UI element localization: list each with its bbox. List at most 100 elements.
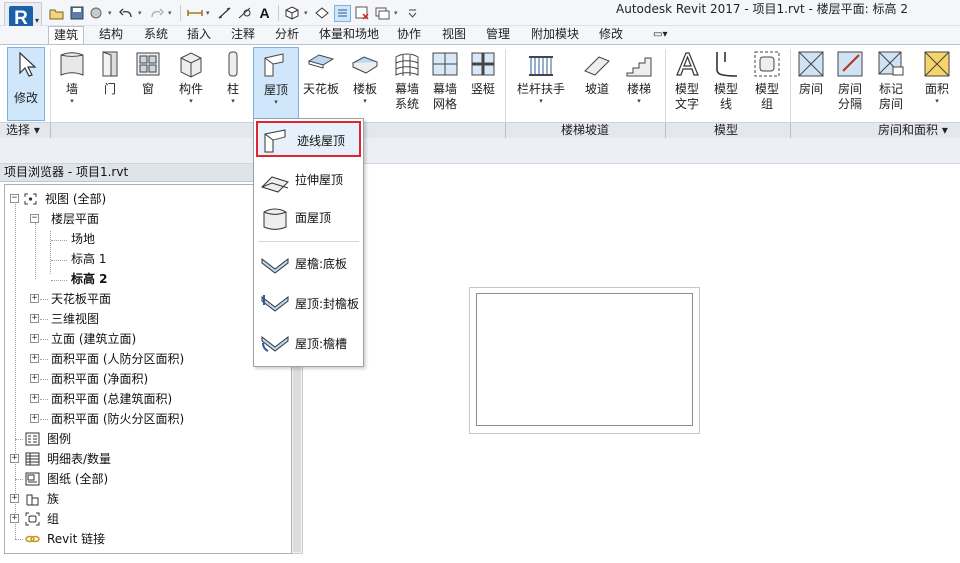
switch-windows-icon[interactable] bbox=[374, 5, 391, 22]
menu-item-footprint-roof[interactable]: 迹线屋顶 bbox=[256, 121, 361, 157]
open-icon[interactable] bbox=[48, 5, 65, 22]
expand-toggle[interactable]: + bbox=[30, 414, 39, 423]
section-icon[interactable] bbox=[314, 5, 331, 22]
tag-room-button[interactable]: 标记 房间 bbox=[872, 47, 910, 121]
model-group-button[interactable]: 模型 组 bbox=[748, 47, 786, 121]
measure-icon[interactable] bbox=[186, 5, 203, 22]
tree-item-sheets[interactable]: 图纸 (全部) bbox=[47, 471, 108, 487]
ramp-button[interactable]: 坡道 bbox=[578, 47, 616, 121]
wall-icon bbox=[60, 52, 84, 76]
tree-item-schedules[interactable]: 明细表/数量 bbox=[47, 451, 111, 467]
column-button[interactable]: 柱 ▾ bbox=[218, 47, 248, 121]
floor-button[interactable]: 楼板 ▾ bbox=[344, 47, 386, 121]
default-3d-view-icon[interactable] bbox=[284, 5, 301, 22]
tree-item-elevations[interactable]: 立面 (建筑立面) bbox=[51, 331, 136, 347]
expand-toggle[interactable]: + bbox=[30, 394, 39, 403]
expand-toggle[interactable]: + bbox=[30, 334, 39, 343]
menu-item-roof-soffit[interactable]: 屋檐:底板 bbox=[256, 246, 361, 282]
views-icon bbox=[24, 193, 37, 205]
tree-item-area-plan-civil-defense[interactable]: 面积平面 (人防分区面积) bbox=[51, 351, 184, 367]
roof-fascia-icon bbox=[261, 295, 289, 312]
tree-item-area-plan-net[interactable]: 面积平面 (净面积) bbox=[51, 371, 148, 387]
model-line-icon bbox=[716, 52, 738, 77]
customize-qat-icon[interactable] bbox=[404, 5, 421, 22]
text-icon[interactable]: A bbox=[256, 5, 273, 22]
window-button[interactable]: 窗 bbox=[130, 47, 166, 121]
menu-item-roof-gutter[interactable]: 屋顶:檐槽 bbox=[256, 326, 361, 362]
undo-icon[interactable] bbox=[118, 5, 135, 22]
tree-item-ceiling-plans[interactable]: 天花板平面 bbox=[51, 291, 111, 307]
close-hidden-windows-icon[interactable] bbox=[354, 5, 371, 22]
collapse-toggle[interactable]: − bbox=[30, 214, 39, 223]
door-button[interactable]: 门 bbox=[92, 47, 128, 121]
expand-toggle[interactable]: + bbox=[10, 494, 19, 503]
legend-icon bbox=[25, 432, 40, 446]
curtain-grid-button[interactable]: 幕墙 网格 bbox=[428, 47, 462, 121]
tree-item-groups[interactable]: 组 bbox=[47, 511, 59, 527]
modify-button[interactable]: 修改 bbox=[7, 47, 45, 121]
tree-item-legends[interactable]: 图例 bbox=[47, 431, 71, 447]
expand-toggle[interactable]: + bbox=[10, 454, 19, 463]
tab-analyze[interactable]: 分析 bbox=[275, 26, 299, 44]
area-button[interactable]: 面积 ▾ bbox=[918, 47, 956, 121]
tab-modify[interactable]: 修改 bbox=[599, 26, 623, 44]
expand-toggle[interactable]: + bbox=[30, 374, 39, 383]
tab-view[interactable]: 视图 bbox=[442, 26, 466, 44]
schedule-icon bbox=[25, 452, 40, 466]
aligned-dimension-icon[interactable] bbox=[216, 5, 233, 22]
component-button[interactable]: 构件 ▾ bbox=[172, 47, 210, 121]
wall-button[interactable]: 墙 ▾ bbox=[54, 47, 90, 121]
tree-item-site[interactable]: 场地 bbox=[71, 231, 95, 247]
menu-item-roof-fascia[interactable]: 屋顶:封檐板 bbox=[256, 286, 361, 322]
room-separator-button[interactable]: 房间 分隔 bbox=[832, 47, 868, 121]
roof-gutter-icon bbox=[261, 335, 289, 352]
railing-button[interactable]: 栏杆扶手 ▾ bbox=[514, 47, 568, 121]
tab-annotate[interactable]: 注释 bbox=[231, 26, 255, 44]
panel-select[interactable]: 选择 ▾ bbox=[6, 123, 40, 139]
tab-collaborate[interactable]: 协作 bbox=[397, 26, 421, 44]
thin-lines-icon[interactable] bbox=[334, 4, 351, 22]
expand-toggle[interactable]: + bbox=[30, 294, 39, 303]
tab-systems[interactable]: 系统 bbox=[144, 26, 168, 44]
curtain-system-button[interactable]: 幕墙 系统 bbox=[388, 47, 426, 121]
tree-item-families[interactable]: 族 bbox=[47, 491, 59, 507]
tab-add-ins[interactable]: 附加模块 bbox=[531, 26, 579, 44]
model-text-button[interactable]: 模型 文字 bbox=[669, 47, 705, 121]
tree-item-views-all[interactable]: 视图 (全部) bbox=[45, 191, 106, 207]
ceiling-button[interactable]: 天花板 bbox=[302, 47, 340, 121]
collapse-toggle[interactable]: − bbox=[10, 194, 19, 203]
redo-icon[interactable] bbox=[148, 5, 165, 22]
save-icon[interactable] bbox=[68, 5, 85, 22]
tree-item-3d-views[interactable]: 三维视图 bbox=[51, 311, 99, 327]
expand-toggle[interactable]: + bbox=[30, 354, 39, 363]
panel-room-area[interactable]: 房间和面积 ▾ bbox=[878, 123, 948, 139]
roof-button[interactable]: 屋顶 ▾ bbox=[253, 47, 299, 121]
sync-icon[interactable] bbox=[88, 5, 105, 22]
model-line-button[interactable]: 模型 线 bbox=[708, 47, 744, 121]
expand-toggle[interactable]: + bbox=[30, 314, 39, 323]
tab-structure[interactable]: 结构 bbox=[99, 26, 123, 44]
tree-item-level-2[interactable]: 标高 2 bbox=[71, 271, 108, 287]
room-button[interactable]: 房间 bbox=[793, 47, 829, 121]
project-browser-tree[interactable]: − 视图 (全部) − 楼层平面 场地 标高 1 标高 2 + 天花板平面 + … bbox=[4, 184, 292, 554]
tab-architecture[interactable]: 建筑 bbox=[48, 26, 85, 45]
ribbon-tabs: 建筑 结构 系统 插入 注释 分析 体量和场地 协作 视图 管理 附加模块 修改… bbox=[0, 26, 960, 45]
spot-elevation-icon[interactable] bbox=[236, 5, 253, 22]
menu-item-roof-by-face[interactable]: 面屋顶 bbox=[256, 200, 361, 236]
tab-insert[interactable]: 插入 bbox=[187, 26, 211, 44]
tag-room-icon bbox=[878, 51, 904, 76]
expand-toggle[interactable]: + bbox=[10, 514, 19, 523]
menu-item-extrusion-roof[interactable]: 拉伸屋顶 bbox=[256, 162, 361, 198]
curtain-system-icon bbox=[395, 53, 419, 76]
tab-massing-site[interactable]: 体量和场地 bbox=[319, 26, 379, 44]
stair-button[interactable]: 楼梯 ▾ bbox=[620, 47, 658, 121]
tab-manage[interactable]: 管理 bbox=[486, 26, 510, 44]
tree-item-revit-links[interactable]: Revit 链接 bbox=[47, 531, 105, 547]
mullion-button[interactable]: 竖梃 bbox=[466, 47, 500, 121]
tree-item-floor-plans[interactable]: 楼层平面 bbox=[51, 211, 99, 227]
floor-icon bbox=[351, 56, 379, 74]
tree-item-area-plan-fire[interactable]: 面积平面 (防火分区面积) bbox=[51, 411, 184, 427]
tab-panel-toggle[interactable]: ▭▾ bbox=[653, 26, 667, 44]
tree-item-area-plan-gross[interactable]: 面积平面 (总建筑面积) bbox=[51, 391, 172, 407]
tree-item-level-1[interactable]: 标高 1 bbox=[71, 251, 106, 267]
